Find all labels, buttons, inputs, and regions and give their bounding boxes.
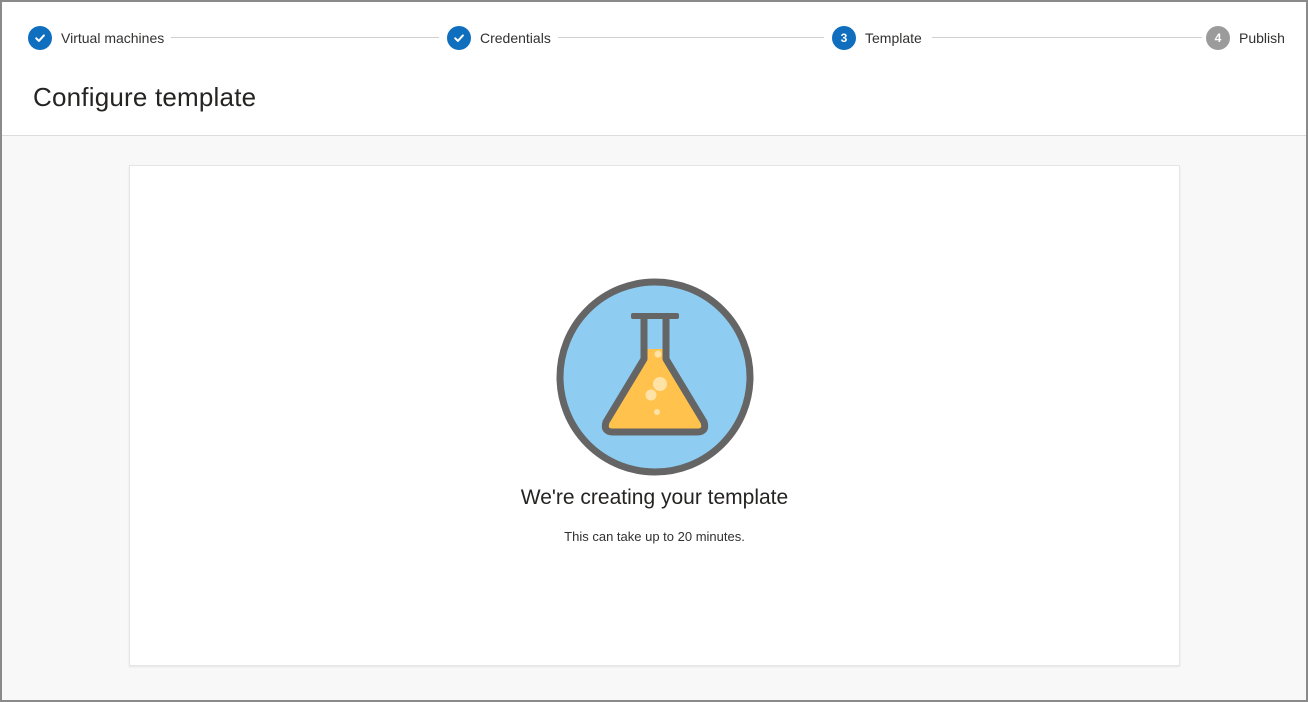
step-label: Credentials	[480, 30, 551, 46]
checkmark-icon	[447, 26, 471, 50]
flask-icon	[556, 278, 754, 476]
checkmark-icon	[28, 26, 52, 50]
page-title: Configure template	[33, 82, 257, 112]
step-label: Template	[865, 30, 922, 46]
wizard-stepper: Virtual machines Credentials 3 Template …	[26, 26, 1285, 52]
step-credentials[interactable]: Credentials	[447, 26, 551, 50]
status-card: We're creating your template This can ta…	[129, 165, 1180, 666]
step-label: Virtual machines	[61, 30, 165, 46]
step-connector	[932, 37, 1202, 38]
status-subtitle: This can take up to 20 minutes.	[564, 529, 745, 544]
content-area: We're creating your template This can ta…	[2, 136, 1306, 700]
page-header: Virtual machines Credentials 3 Template …	[2, 2, 1306, 136]
step-template[interactable]: 3 Template	[832, 26, 922, 50]
app-window: Virtual machines Credentials 3 Template …	[0, 0, 1308, 702]
step-connector	[171, 37, 439, 38]
step-label: Publish	[1239, 30, 1285, 46]
step-number: 4	[1206, 26, 1230, 50]
status-title: We're creating your template	[520, 486, 789, 509]
step-number: 3	[832, 26, 856, 50]
step-connector	[558, 37, 824, 38]
step-publish[interactable]: 4 Publish	[1206, 26, 1285, 50]
step-virtual-machines[interactable]: Virtual machines	[28, 26, 164, 50]
